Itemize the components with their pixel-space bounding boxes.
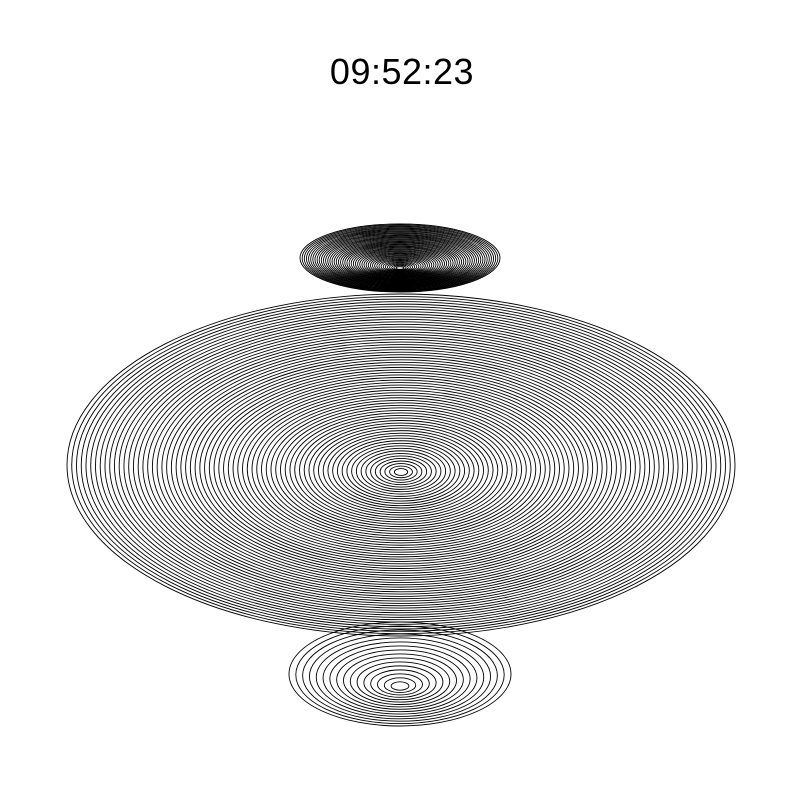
middle-disc-ring	[389, 465, 413, 479]
middle-disc-ring	[199, 364, 603, 572]
middle-disc-ring	[379, 460, 423, 483]
bottom-disc-ring	[302, 629, 498, 722]
top-disc	[299, 223, 501, 293]
middle-disc-ring	[346, 442, 456, 500]
bottom-disc-ring	[390, 681, 410, 691]
bottom-disc-ring	[336, 649, 464, 710]
middle-disc-ring	[393, 468, 409, 476]
middle-disc-ring	[166, 346, 636, 588]
bottom-disc	[288, 621, 512, 727]
middle-disc-ring	[360, 450, 442, 493]
middle-disc-ring	[261, 397, 541, 542]
top-disc-ring	[395, 266, 405, 270]
middle-disc	[66, 293, 736, 637]
concentric-ellipse-art	[66, 223, 736, 727]
middle-disc-ring	[313, 425, 489, 516]
middle-disc-ring	[256, 394, 546, 544]
middle-disc-ring	[374, 458, 428, 486]
middle-disc-ring	[161, 344, 641, 590]
middle-disc-ring	[208, 369, 594, 567]
middle-disc-ring	[76, 298, 726, 632]
